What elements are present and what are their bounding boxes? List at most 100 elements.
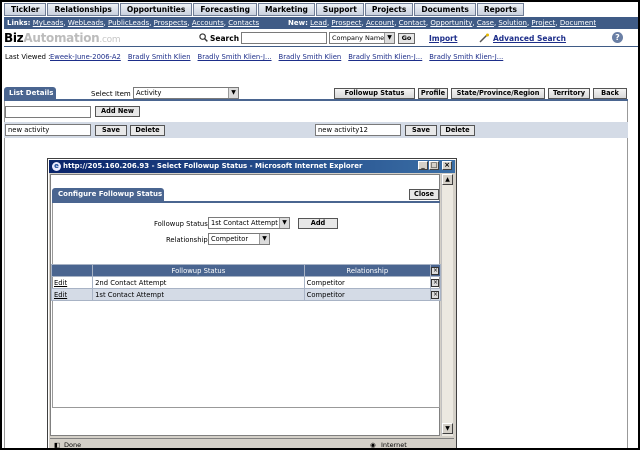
scroll-up-icon[interactable]: ▲	[442, 174, 453, 185]
tab-list-details[interactable]: List Details	[4, 87, 56, 99]
new-opportunity-link[interactable]: Opportunity	[430, 19, 472, 27]
table-cell-edit: Edit	[50, 288, 94, 301]
new-case-link[interactable]: Case	[477, 19, 494, 27]
table-header-edit	[50, 264, 94, 277]
header-divider	[4, 46, 638, 47]
nav-tab-forecasting[interactable]: Forecasting	[193, 3, 257, 16]
nav-tab-tickler[interactable]: Tickler	[4, 3, 47, 16]
nav-tab-documents[interactable]: Documents	[414, 3, 476, 16]
nav-tab-projects[interactable]: Projects	[364, 3, 414, 16]
new-document-link[interactable]: Document	[560, 19, 596, 27]
popup-status-bar: ◧ Done ◉ Internet	[50, 438, 454, 449]
import-link[interactable]: Import	[429, 34, 457, 43]
edit-link[interactable]: Edit	[54, 291, 67, 299]
save-button[interactable]: Save	[405, 125, 437, 136]
last-viewed-item[interactable]: Bradly Smith Klien	[128, 53, 191, 61]
back-button[interactable]: Back	[593, 88, 627, 99]
link-publicleads[interactable]: PublicLeads	[108, 19, 149, 27]
link-prospects[interactable]: Prospects	[154, 19, 188, 27]
close-button[interactable]: Close	[409, 189, 439, 200]
state-province-region-button[interactable]: State/Province/Region	[451, 88, 545, 99]
status-text: Done	[64, 441, 82, 449]
delete-all-icon[interactable]: ×	[431, 267, 440, 275]
nav-tab-relationships[interactable]: Relationships	[47, 3, 119, 16]
new-contact-link[interactable]: Contact	[399, 19, 426, 27]
delete-button[interactable]: Delete	[130, 125, 165, 136]
last-viewed-item[interactable]: Eweek-June-2006-A2	[50, 53, 121, 61]
bizautomation-logo: BizAutomation.com	[4, 31, 121, 45]
nav-tab-marketing[interactable]: Marketing	[257, 3, 315, 16]
followup-status-select[interactable]: 1st Contact Attempt ▼	[208, 217, 290, 229]
scroll-down-icon[interactable]: ▼	[442, 423, 453, 434]
new-prospect-link[interactable]: Prospect	[331, 19, 361, 27]
table-header-followup-status: Followup Status	[92, 264, 305, 277]
table-cell-edit: Edit	[50, 276, 94, 289]
territory-button[interactable]: Territory	[548, 88, 590, 99]
advanced-search-icon	[479, 33, 489, 43]
relationship-select[interactable]: Competitor ▼	[208, 233, 270, 245]
followup-status-value: 1st Contact Attempt	[211, 219, 278, 227]
edit-link[interactable]: Edit	[54, 279, 67, 287]
relationship-label: Relationship	[166, 236, 208, 244]
link-webleads[interactable]: WebLeads	[68, 19, 104, 27]
logo-biz: Biz	[4, 31, 24, 45]
nav-tab-reports[interactable]: Reports	[476, 3, 524, 16]
delete-row-icon[interactable]: ×	[431, 279, 440, 287]
select-item-dropdown[interactable]: Activity ▼	[133, 87, 239, 99]
add-button[interactable]: Add	[298, 218, 338, 229]
new-lead-link[interactable]: Lead	[310, 19, 327, 27]
last-viewed-item[interactable]: Bradly Smith Klien-J...	[348, 53, 422, 61]
activity-name-input[interactable]: new activity12	[315, 124, 401, 136]
link-myleads[interactable]: MyLeads	[33, 19, 64, 27]
maximize-icon[interactable]: □	[429, 161, 439, 170]
close-icon[interactable]: ×	[442, 161, 452, 170]
add-new-button[interactable]: Add New	[95, 106, 140, 117]
table-row: Edit 2nd Contact Attempt Competitor ×	[50, 276, 442, 289]
top-nav: Tickler Relationships Opportunities Fore…	[4, 3, 525, 17]
followup-status-button[interactable]: Followup Status	[334, 88, 415, 99]
new-project-link[interactable]: Project	[531, 19, 555, 27]
chevron-down-icon: ▼	[384, 33, 394, 43]
delete-row-icon[interactable]: ×	[431, 291, 440, 299]
nav-tab-opportunities[interactable]: Opportunities	[119, 3, 193, 16]
delete-button[interactable]: Delete	[440, 125, 475, 136]
popup-title-bar[interactable]: e http://205.160.206.93 - Select Followu…	[49, 160, 455, 173]
table-header-relationship: Relationship	[303, 264, 431, 277]
save-button[interactable]: Save	[95, 125, 127, 136]
link-accounts[interactable]: Accounts	[192, 19, 224, 27]
advanced-search-link[interactable]: Advanced Search	[493, 34, 566, 43]
followup-status-popup: e http://205.160.206.93 - Select Followu…	[47, 158, 457, 449]
app-frame: Tickler Relationships Opportunities Fore…	[0, 0, 640, 450]
select-item-value: Activity	[136, 89, 162, 97]
table-cell-status: 2nd Contact Attempt	[92, 276, 305, 289]
links-label: Links:	[7, 19, 31, 27]
table-cell-relationship: Competitor	[303, 288, 431, 301]
new-item-input[interactable]	[5, 106, 91, 118]
chevron-down-icon: ▼	[259, 234, 269, 244]
popup-scrollbar[interactable]: ▲ ▼	[441, 174, 453, 436]
relationship-value: Competitor	[211, 235, 249, 243]
nav-tab-support[interactable]: Support	[315, 3, 364, 16]
last-viewed-item[interactable]: Bradly Smith Klien-J...	[198, 53, 272, 61]
activity-name-input[interactable]: new activity	[5, 124, 91, 136]
popup-content: Configure Followup Status Close Followup…	[50, 174, 442, 436]
new-account-link[interactable]: Account	[366, 19, 394, 27]
last-viewed-item[interactable]: Bradly Smith Klien-J...	[429, 53, 503, 61]
go-button[interactable]: Go	[398, 33, 415, 44]
search-label: Search	[210, 34, 240, 43]
search-scope-select[interactable]: Company Name ▼	[329, 32, 395, 44]
last-viewed-item[interactable]: Bradly Smith Klien	[279, 53, 342, 61]
help-icon[interactable]: ?	[612, 32, 623, 43]
minimize-icon[interactable]: _	[418, 161, 428, 170]
select-item-label: Select Item	[91, 90, 131, 98]
profile-button[interactable]: Profile	[418, 88, 448, 99]
table-cell-delete: ×	[429, 288, 442, 301]
chevron-down-icon: ▼	[228, 88, 238, 98]
new-solution-link[interactable]: Solution	[498, 19, 527, 27]
table-header-row: Followup Status Relationship ×	[50, 264, 442, 277]
search-icon	[199, 33, 208, 42]
link-contacts[interactable]: Contacts	[228, 19, 259, 27]
table-cell-status: 1st Contact Attempt	[92, 288, 305, 301]
search-input[interactable]	[241, 32, 327, 44]
tab-configure-followup-status[interactable]: Configure Followup Status	[52, 188, 164, 201]
